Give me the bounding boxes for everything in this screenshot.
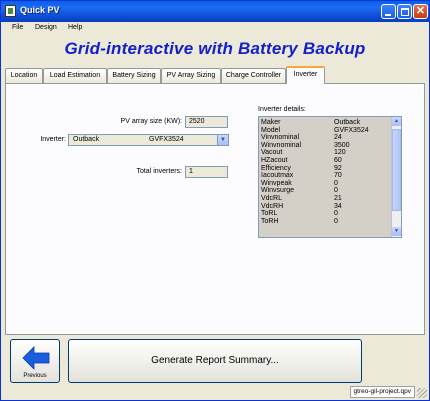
detail-row: ToRL 0 <box>261 210 391 218</box>
detail-value: 70 <box>334 172 342 180</box>
window-title: Quick PV <box>20 5 60 15</box>
detail-value: 24 <box>334 134 342 142</box>
total-inverters-label: Total inverters: <box>136 168 182 175</box>
menu-bar: File Design Help <box>1 22 429 36</box>
detail-row: Iacoutmax 70 <box>261 172 391 180</box>
detail-key: ToRL <box>261 210 278 218</box>
previous-button[interactable]: Previous <box>10 339 60 383</box>
detail-row: Maker Outback <box>261 119 391 127</box>
tab-inverter[interactable]: Inverter <box>286 66 325 84</box>
inverter-label: Inverter: <box>40 136 66 143</box>
details-scrollbar[interactable]: ▲ ▼ <box>391 117 401 237</box>
scroll-down-icon[interactable]: ▼ <box>392 227 401 236</box>
pv-array-field[interactable]: 2520 <box>185 116 228 128</box>
tab-strip: Location Load Estimation Battery Sizing … <box>5 66 425 84</box>
banner-title: Grid-interactive with Battery Backup <box>64 39 366 58</box>
minimize-icon <box>385 14 391 16</box>
detail-key: HZacout <box>261 156 288 164</box>
previous-label: Previous <box>23 373 47 379</box>
detail-value: 3500 <box>334 141 350 149</box>
detail-key: Vacout <box>261 149 283 157</box>
generate-report-button[interactable]: Generate Report Summary... <box>68 339 362 383</box>
tab-location[interactable]: Location <box>5 68 43 83</box>
detail-key: Maker <box>261 119 281 126</box>
title-bar[interactable]: Quick PV ✕ <box>1 1 429 22</box>
detail-value: 0 <box>334 210 338 218</box>
detail-key: Efficiency <box>261 164 291 172</box>
close-icon: ✕ <box>415 5 426 17</box>
status-bar: gtreo-gil-project.qpv <box>1 385 429 400</box>
detail-row: HZacout 60 <box>261 157 391 165</box>
footer: Previous Generate Report Summary... <box>1 335 429 383</box>
detail-key: VdcRH <box>261 202 284 210</box>
inverter-maker: Outback <box>73 136 100 143</box>
close-button[interactable]: ✕ <box>413 4 428 19</box>
detail-value: 0 <box>334 217 338 225</box>
detail-value: 21 <box>334 194 342 202</box>
inverter-model: GVFX3524 <box>149 136 184 143</box>
scroll-up-icon[interactable]: ▲ <box>392 117 401 126</box>
detail-value: 120 <box>334 149 346 157</box>
app-icon <box>5 5 16 17</box>
detail-row: Model GVFX3524 <box>261 127 391 135</box>
chevron-down-icon[interactable]: ▼ <box>217 135 228 145</box>
total-inverters-field[interactable]: 1 <box>185 166 228 178</box>
tab-pv-array-sizing[interactable]: PV Array Sizing <box>161 68 221 83</box>
detail-value: 60 <box>334 156 342 164</box>
detail-row: Winvnominal 3500 <box>261 142 391 150</box>
detail-row: VdcRH 34 <box>261 203 391 211</box>
detail-row: VdcRL 21 <box>261 195 391 203</box>
detail-key: Winvnominal <box>261 141 302 149</box>
minimize-button[interactable] <box>381 4 396 19</box>
detail-key: Winvsurge <box>261 187 295 195</box>
app-window: Quick PV ✕ File Design Help Grid-interac… <box>0 0 430 401</box>
detail-value: Outback <box>334 119 361 126</box>
detail-row: Winvsurge 0 <box>261 187 391 195</box>
maximize-button[interactable] <box>397 4 412 19</box>
tab-charge-controller[interactable]: Charge Controller <box>221 68 286 83</box>
detail-value: GVFX3524 <box>334 126 369 134</box>
detail-key: Vinvnominal <box>261 134 300 142</box>
inverter-details-title: Inverter details: <box>258 106 306 113</box>
detail-key: VdcRL <box>261 194 283 202</box>
details-rows: Maker Outback Model GVFX3524 Vinvnominal 24 Wi… <box>261 119 391 225</box>
menu-file[interactable]: File <box>12 24 23 31</box>
detail-key: Model <box>261 126 281 134</box>
detail-key: Iacoutmax <box>261 172 294 180</box>
detail-key: Winvpeak <box>261 179 292 187</box>
inverter-panel: PV array size (KW): 2520 Inverter: Outba… <box>5 83 425 335</box>
detail-row: Vinvnominal 24 <box>261 134 391 142</box>
detail-value: 0 <box>334 179 338 187</box>
detail-row: Efficiency 92 <box>261 165 391 173</box>
menu-help[interactable]: Help <box>68 24 82 31</box>
detail-value: 34 <box>334 202 342 210</box>
tab-battery-sizing[interactable]: Battery Sizing <box>107 68 161 83</box>
inverter-details-list[interactable]: Maker Outback Model GVFX3524 Vinvnominal 24 Wi… <box>258 116 402 238</box>
detail-key: ToRH <box>261 217 279 225</box>
detail-row: Winvpeak 0 <box>261 180 391 188</box>
detail-value: 92 <box>334 164 342 172</box>
resize-grip-icon[interactable] <box>417 388 427 398</box>
menu-design[interactable]: Design <box>35 24 57 31</box>
arrow-left-icon <box>22 346 50 370</box>
pv-array-label: PV array size (KW): <box>120 118 182 125</box>
inverter-select[interactable]: Outback GVFX3524 ▼ <box>68 134 229 146</box>
status-filename: gtreo-gil-project.qpv <box>349 386 415 398</box>
detail-row: Vacout 120 <box>261 149 391 157</box>
tab-load-estimation[interactable]: Load Estimation <box>43 68 107 83</box>
scroll-thumb[interactable] <box>392 129 401 211</box>
maximize-icon <box>401 8 409 16</box>
detail-value: 0 <box>334 187 338 195</box>
detail-row: ToRH 0 <box>261 218 391 226</box>
